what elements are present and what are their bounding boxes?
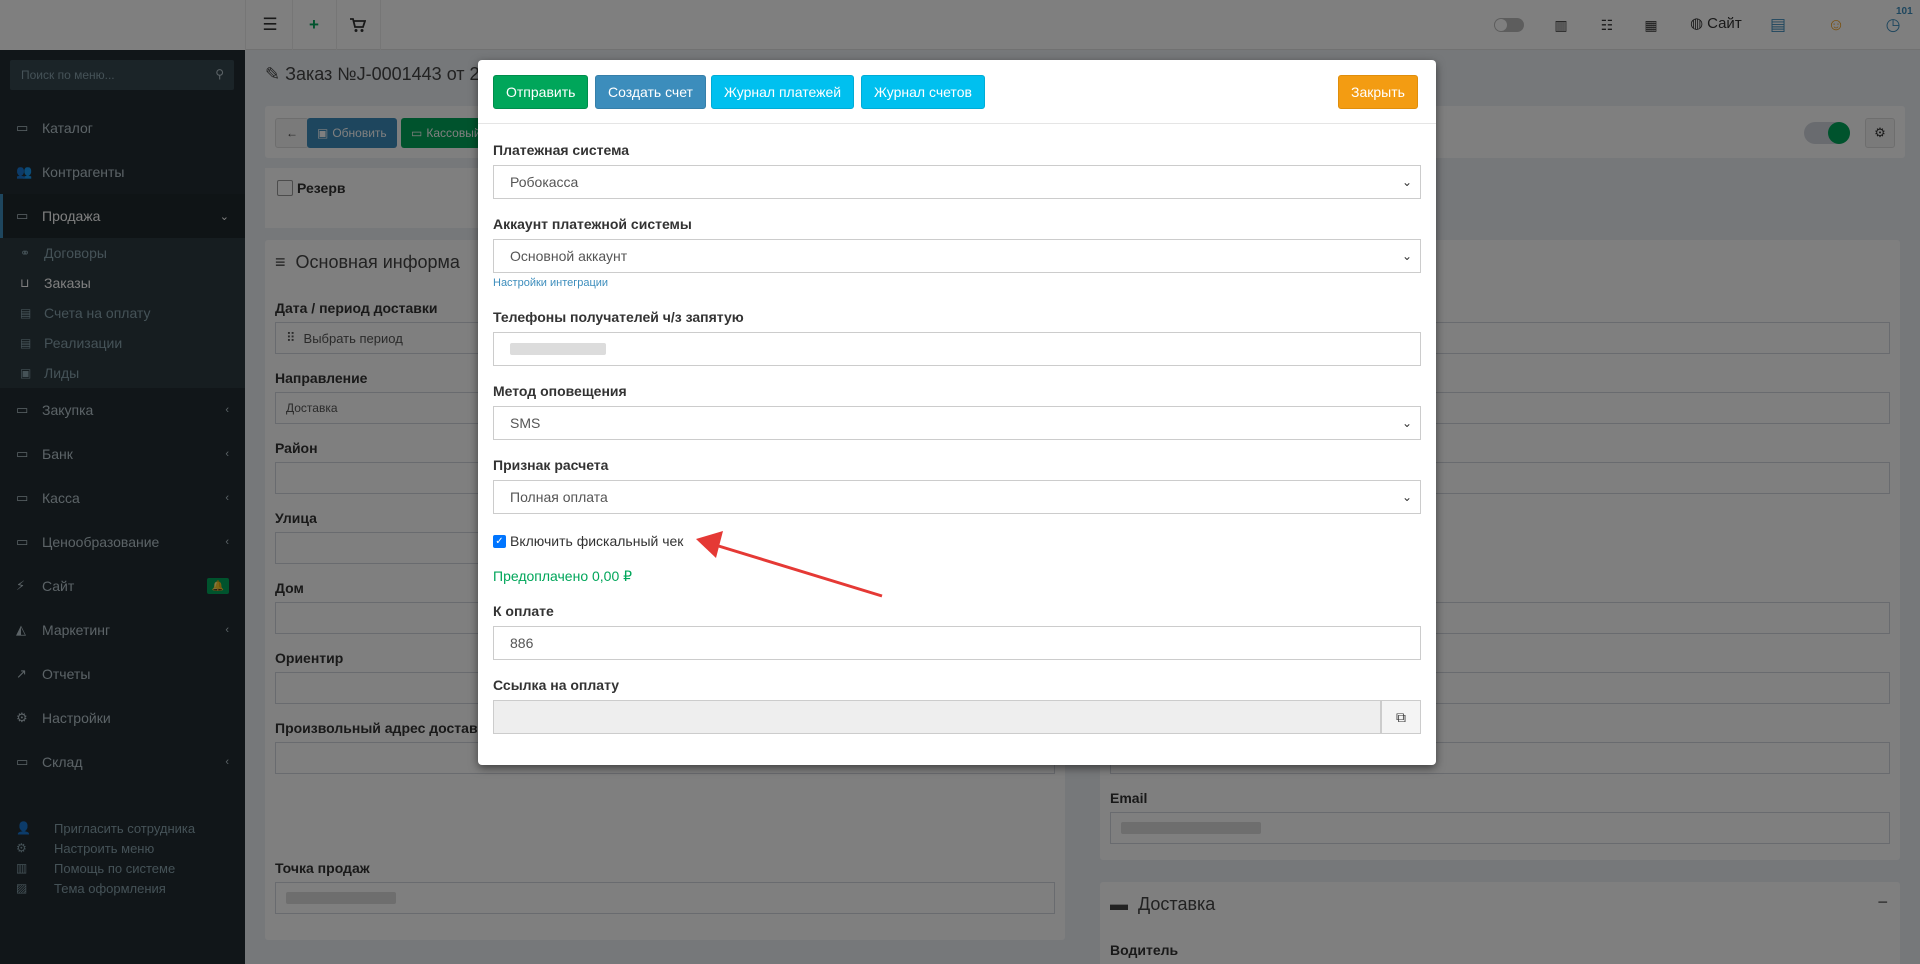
close-button[interactable]: Закрыть	[1338, 75, 1418, 109]
to-pay-input[interactable]: 886	[493, 626, 1421, 660]
clipboard-icon: ⧉	[1396, 708, 1406, 725]
payments-journal-button[interactable]: Журнал платежей	[711, 75, 855, 109]
chevron-down-icon: ⌄	[1401, 416, 1412, 430]
phones-input[interactable]	[493, 332, 1421, 366]
fiscal-check-row[interactable]: ✓ Включить фискальный чек	[493, 533, 683, 549]
modal-header: Отправить Создать счет Журнал платежей Ж…	[478, 60, 1436, 124]
prepaid-text: Предоплачено 0,00 ₽	[493, 568, 633, 584]
chevron-down-icon: ⌄	[1401, 249, 1412, 263]
create-invoice-button[interactable]: Создать счет	[595, 75, 706, 109]
chevron-down-icon: ⌄	[1401, 175, 1412, 189]
invoices-journal-button[interactable]: Журнал счетов	[861, 75, 985, 109]
to-pay-label: К оплате	[493, 603, 554, 619]
payment-link-label: Ссылка на оплату	[493, 677, 620, 693]
calc-sign-label: Признак расчета	[493, 457, 609, 473]
payment-system-label: Платежная система	[493, 142, 630, 158]
send-button[interactable]: Отправить	[493, 75, 589, 109]
account-select[interactable]: Основной аккаунт ⌄	[493, 239, 1421, 273]
calc-sign-select[interactable]: Полная оплата ⌄	[493, 480, 1421, 514]
phones-label: Телефоны получателей ч/з запятую	[493, 309, 744, 325]
payment-modal: Отправить Создать счет Журнал платежей Ж…	[478, 60, 1436, 765]
payment-system-select[interactable]: Робокасса ⌄	[493, 165, 1421, 199]
chevron-down-icon: ⌄	[1401, 490, 1412, 504]
account-label: Аккаунт платежной системы	[493, 216, 692, 232]
notify-method-select[interactable]: SMS ⌄	[493, 406, 1421, 440]
notify-method-label: Метод оповещения	[493, 383, 627, 399]
blurred-phone	[510, 343, 606, 355]
integration-settings-link[interactable]: Настройки интеграции	[493, 277, 608, 289]
copy-button[interactable]: ⧉	[1381, 700, 1421, 734]
payment-link-input	[493, 700, 1381, 734]
fiscal-check-checkbox[interactable]: ✓	[493, 534, 506, 548]
